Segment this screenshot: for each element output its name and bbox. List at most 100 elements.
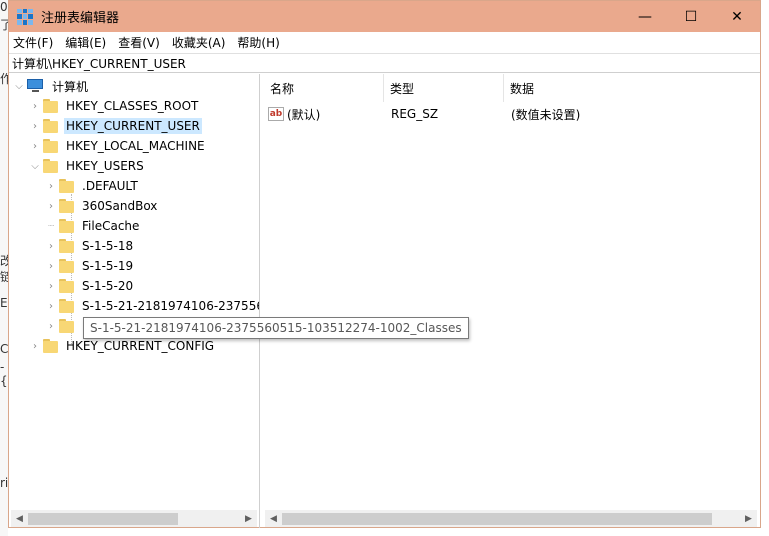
value-name-cell: ab (默认) — [268, 104, 320, 124]
background-text: 改 — [0, 254, 8, 268]
column-header-name[interactable]: 名称 — [263, 74, 383, 102]
menu-bar: 文件(F) 编辑(E) 查看(V) 收藏夹(A) 帮助(H) — [9, 32, 760, 52]
background-text: Cu — [0, 342, 8, 356]
column-header-type[interactable]: 类型 — [383, 74, 503, 102]
background-text: 0 — [0, 0, 8, 14]
folder-icon — [43, 119, 59, 133]
tree-node-s-1-5-19[interactable]: › S-1-5-19 — [43, 256, 135, 276]
value-name: (默认) — [287, 107, 321, 122]
values-list-pane[interactable]: 名称 类型 数据 ab (默认) REG_SZ (数值未设置) ◀ ▶ — [263, 74, 760, 528]
tree-node-s-1-5-20[interactable]: › S-1-5-20 — [43, 276, 135, 296]
tree-node-label-selected: HKEY_CURRENT_USER — [64, 118, 202, 134]
close-button[interactable]: ✕ — [714, 1, 760, 32]
menu-edit[interactable]: 编辑(E) — [59, 34, 112, 51]
tree-node-label: S-1-5-21-2181974106-2375560 — [82, 299, 260, 313]
tree-node-tooltip: S-1-5-21-2181974106-2375560515-103512274… — [83, 317, 469, 339]
chevron-right-icon[interactable]: › — [43, 301, 59, 312]
chevron-right-icon[interactable]: › — [43, 261, 59, 272]
chevron-right-icon[interactable]: › — [43, 201, 59, 212]
tree-node-label: 计算机 — [52, 79, 89, 94]
key-tree-pane[interactable]: ⌵ 计算机 › HKEY_CLASSES_ROOT › HKEY_CURRENT… — [9, 74, 260, 528]
tree-node-label: HKEY_LOCAL_MACHINE — [66, 139, 205, 153]
chevron-right-icon[interactable]: › — [27, 121, 43, 132]
chevron-right-icon[interactable]: › — [43, 241, 59, 252]
scroll-left-arrow-icon[interactable]: ◀ — [11, 510, 28, 527]
chevron-right-icon[interactable]: › — [43, 321, 59, 332]
chevron-down-icon[interactable]: ⌵ — [11, 81, 27, 92]
chevron-right-icon[interactable]: › — [43, 281, 59, 292]
scrollbar-thumb[interactable] — [28, 512, 178, 525]
tree-node-label: S-1-5-19 — [82, 259, 134, 273]
folder-icon — [43, 339, 59, 353]
scroll-right-arrow-icon[interactable]: ▶ — [240, 510, 257, 527]
folder-icon — [59, 259, 75, 273]
window-title: 注册表编辑器 — [41, 11, 120, 26]
value-data: (数值未设置) — [511, 107, 581, 122]
tree-node-label: HKEY_USERS — [66, 159, 144, 173]
folder-icon — [43, 159, 59, 173]
maximize-button[interactable]: ☐ — [668, 1, 714, 32]
tree-node-computer[interactable]: ⌵ 计算机 — [11, 76, 90, 96]
background-text: 了 — [0, 18, 8, 32]
background-text: ri — [0, 476, 8, 490]
address-path: 计算机\HKEY_CURRENT_USER — [12, 56, 186, 71]
column-header-data[interactable]: 数据 — [503, 74, 703, 102]
tree-node-label: HKEY_CURRENT_CONFIG — [66, 339, 215, 353]
background-text: 作 — [0, 72, 8, 86]
folder-icon — [43, 139, 59, 153]
value-row[interactable]: ab (默认) REG_SZ (数值未设置) — [263, 104, 760, 124]
tree-node-label: S-1-5-18 — [82, 239, 134, 253]
tree-node-hkey-current-user[interactable]: › HKEY_CURRENT_USER — [27, 116, 202, 136]
computer-icon — [27, 79, 45, 93]
menu-favorites[interactable]: 收藏夹(A) — [166, 34, 232, 51]
minimize-button[interactable]: — — [622, 1, 668, 32]
chevron-right-icon[interactable]: › — [27, 101, 43, 112]
background-window-strip: 0 了 作 改 链 E Cu -{ ri — [0, 0, 8, 536]
folder-icon — [59, 279, 75, 293]
tree-node-label: FileCache — [82, 219, 140, 233]
value-type: REG_SZ — [391, 107, 439, 121]
menu-view[interactable]: 查看(V) — [112, 34, 166, 51]
folder-icon — [59, 199, 75, 213]
chevron-right-icon[interactable]: › — [43, 181, 59, 192]
scroll-right-arrow-icon[interactable]: ▶ — [740, 510, 757, 527]
chevron-right-icon[interactable]: › — [27, 141, 43, 152]
tree-node-label: 360SandBox — [82, 199, 158, 213]
background-text: 链 — [0, 270, 8, 284]
tree-node-360sandbox[interactable]: › 360SandBox — [43, 196, 159, 216]
chevron-down-icon[interactable]: ⌵ — [27, 161, 43, 172]
tree-node-label: .DEFAULT — [82, 179, 138, 193]
menu-help[interactable]: 帮助(H) — [231, 34, 285, 51]
chevron-right-icon[interactable]: › — [27, 341, 43, 352]
tree-node-hkey-local-machine[interactable]: › HKEY_LOCAL_MACHINE — [27, 136, 207, 156]
background-text: E — [0, 296, 8, 310]
tree-node-label: S-1-5-20 — [82, 279, 134, 293]
tree-node-s-1-5-21-classes[interactable]: › — [43, 316, 84, 336]
scroll-left-arrow-icon[interactable]: ◀ — [265, 510, 282, 527]
tree-node-hkey-current-config[interactable]: › HKEY_CURRENT_CONFIG — [27, 336, 216, 356]
tree-leaf-connector: ┈ — [47, 220, 55, 232]
menu-file[interactable]: 文件(F) — [9, 34, 59, 51]
registry-editor-icon — [17, 8, 33, 25]
folder-icon — [59, 219, 75, 233]
tree-node-s-1-5-21[interactable]: › S-1-5-21-2181974106-2375560 — [43, 296, 260, 316]
folder-icon — [59, 179, 75, 193]
folder-icon — [59, 239, 75, 253]
folder-icon — [59, 299, 75, 313]
tree-node-hkey-classes-root[interactable]: › HKEY_CLASSES_ROOT — [27, 96, 200, 116]
tree-node-s-1-5-18[interactable]: › S-1-5-18 — [43, 236, 135, 256]
folder-icon — [43, 99, 59, 113]
scrollbar-thumb[interactable] — [282, 512, 712, 525]
background-text: -{ — [0, 360, 8, 388]
tree-node-filecache[interactable]: ┈ FileCache — [43, 216, 141, 236]
address-bar[interactable]: 计算机\HKEY_CURRENT_USER — [9, 53, 760, 73]
title-bar[interactable]: 注册表编辑器 — ☐ ✕ — [9, 1, 760, 32]
tree-node-hkey-users[interactable]: ⌵ HKEY_USERS — [27, 156, 146, 176]
tree-node-label: HKEY_CLASSES_ROOT — [66, 99, 199, 113]
registry-editor-window: 注册表编辑器 — ☐ ✕ 文件(F) 编辑(E) 查看(V) 收藏夹(A) 帮助… — [8, 0, 761, 528]
folder-icon — [59, 319, 75, 333]
ab-string-icon: ab — [268, 107, 284, 121]
list-horizontal-scrollbar[interactable]: ◀ ▶ — [265, 510, 757, 527]
tree-horizontal-scrollbar[interactable]: ◀ ▶ — [11, 510, 257, 527]
tree-node-default[interactable]: › .DEFAULT — [43, 176, 140, 196]
